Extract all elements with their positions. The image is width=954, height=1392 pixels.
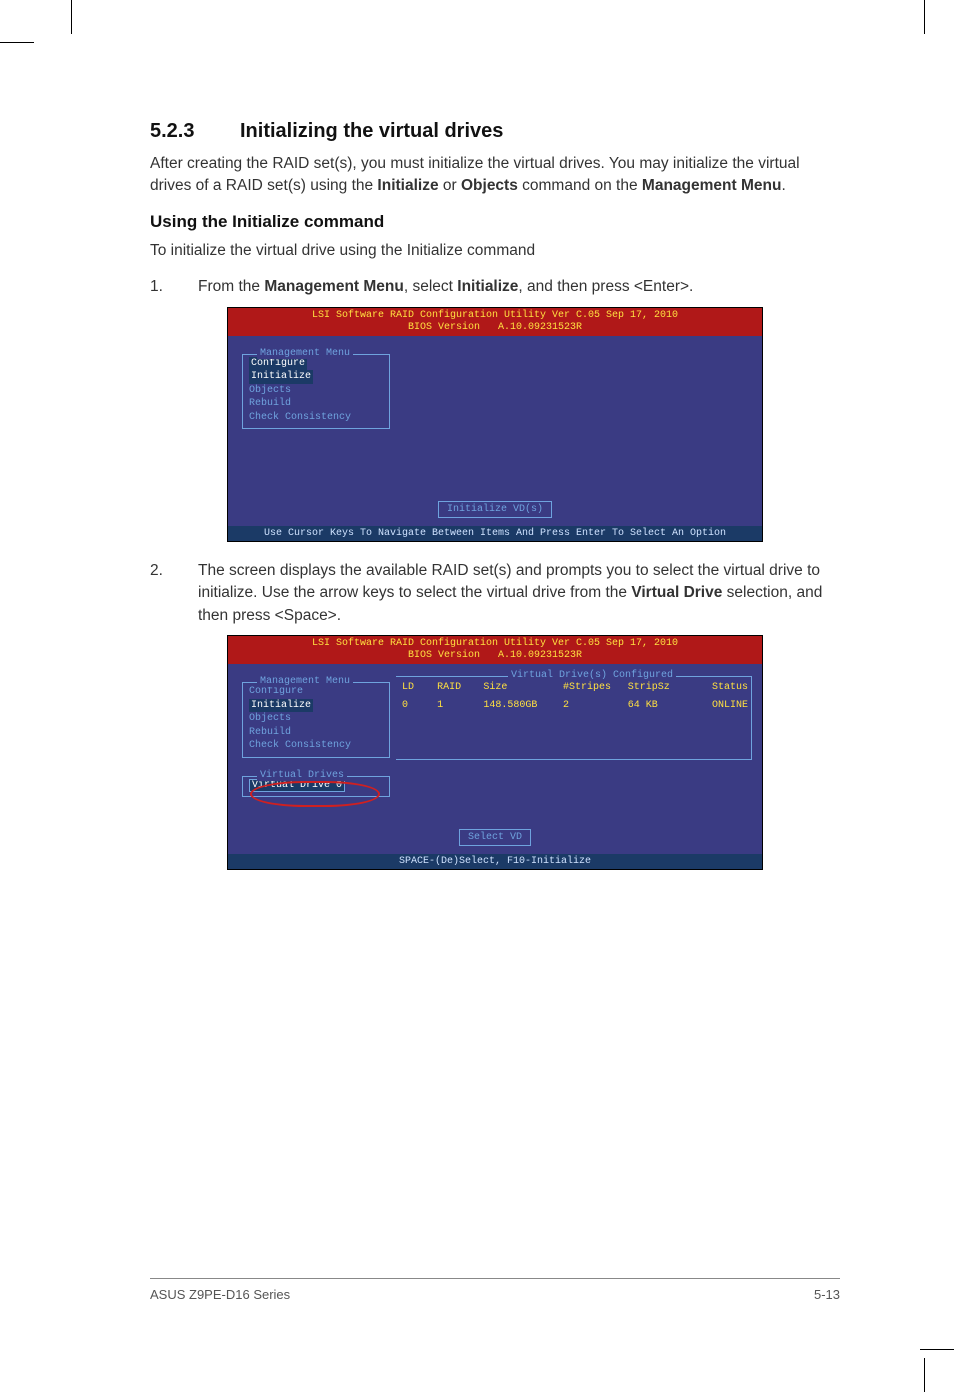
step-1: 1. From the Management Menu, select Init… — [150, 276, 840, 298]
menu-item-check-consistency[interactable]: Check Consistency — [249, 411, 383, 425]
text: or — [439, 177, 461, 194]
crop-mark — [920, 1349, 954, 1350]
crop-mark — [0, 42, 34, 43]
bold-text: Management Menu — [264, 278, 404, 295]
col-stripsz: StripSz — [628, 682, 693, 693]
crop-mark — [924, 0, 925, 34]
step-2: 2. The screen displays the available RAI… — [150, 560, 840, 627]
bold-text: Initialize — [457, 278, 518, 295]
col-status: Status — [693, 682, 749, 693]
cell-stripsz: 64 KB — [628, 700, 693, 711]
cell-stripes: 2 — [563, 700, 628, 711]
bold-text: Initialize — [377, 177, 438, 194]
bios-header: LSI Software RAID Configuration Utility … — [228, 636, 762, 664]
text: command on the — [518, 177, 642, 194]
bios-header: LSI Software RAID Configuration Utility … — [228, 308, 762, 336]
crop-mark — [924, 1358, 925, 1392]
intro-paragraph: After creating the RAID set(s), you must… — [150, 153, 840, 198]
menu-item-configure[interactable]: Configure — [249, 685, 383, 699]
menu-item-rebuild[interactable]: Rebuild — [249, 397, 383, 411]
text: , select — [404, 278, 457, 295]
footer-left: ASUS Z9PE-D16 Series — [150, 1287, 290, 1302]
crop-mark — [71, 0, 72, 34]
col-stripes: #Stripes — [563, 682, 628, 693]
section-title: Initializing the virtual drives — [240, 120, 503, 142]
step-number: 1. — [150, 276, 198, 298]
vd-table-row: 0 1 148.580GB 2 64 KB ONLINE — [402, 700, 748, 711]
footer-right: 5-13 — [814, 1287, 840, 1302]
step-text: From the Management Menu, select Initial… — [198, 276, 840, 298]
menu-item-initialize[interactable]: Initialize — [249, 370, 383, 384]
col-raid: RAID — [437, 682, 483, 693]
text: . — [781, 177, 785, 194]
vd-sub-title: Virtual Drives — [257, 770, 347, 781]
col-size: Size — [483, 682, 563, 693]
menu-item-configure[interactable]: Configure — [249, 357, 383, 371]
cell-status: ONLINE — [693, 700, 749, 711]
text: , and then press <Enter>. — [518, 278, 693, 295]
vd-table-header: LD RAID Size #Stripes StripSz Status — [402, 682, 748, 693]
bios-screenshot-1: LSI Software RAID Configuration Utility … — [227, 307, 763, 542]
vd-box-title: Virtual Drive(s) Configured — [508, 670, 676, 681]
prompt-initialize-vd: Initialize VD(s) — [438, 501, 552, 518]
step-number: 2. — [150, 560, 198, 627]
page-footer: ASUS Z9PE-D16 Series 5-13 — [150, 1278, 840, 1302]
subheading: Using the Initialize command — [150, 212, 840, 232]
section-heading: 5.2.3Initializing the virtual drives — [150, 120, 840, 143]
management-menu: Management Menu Configure Initialize Obj… — [242, 682, 390, 758]
col-ld: LD — [402, 682, 437, 693]
menu-item-rebuild[interactable]: Rebuild — [249, 726, 383, 740]
section-number: 5.2.3 — [150, 120, 240, 143]
cell-ld: 0 — [402, 700, 437, 711]
bios-screenshot-2: LSI Software RAID Configuration Utility … — [227, 635, 763, 870]
bold-text: Management Menu — [642, 177, 782, 194]
menu-item-objects[interactable]: Objects — [249, 384, 383, 398]
cell-raid: 1 — [437, 700, 483, 711]
cell-size: 148.580GB — [483, 700, 563, 711]
bold-text: Objects — [461, 177, 518, 194]
menu-item-check-consistency[interactable]: Check Consistency — [249, 739, 383, 753]
lead-text: To initialize the virtual drive using th… — [150, 240, 840, 262]
text: From the — [198, 278, 264, 295]
bold-text: Virtual Drive — [631, 584, 722, 601]
menu-item-objects[interactable]: Objects — [249, 712, 383, 726]
step-text: The screen displays the available RAID s… — [198, 560, 840, 627]
menu-title: Management Menu — [257, 676, 353, 687]
virtual-drives-box: Virtual Drives Virtual Drive 0 — [242, 776, 390, 797]
prompt-select-vd: Select VD — [459, 829, 531, 846]
bios-footer: Use Cursor Keys To Navigate Between Item… — [228, 526, 762, 541]
management-menu: Management Menu Configure Initialize Obj… — [242, 354, 390, 430]
menu-title: Management Menu — [257, 348, 353, 359]
bios-footer: SPACE-(De)Select, F10-Initialize — [228, 854, 762, 869]
menu-item-initialize[interactable]: Initialize — [249, 699, 383, 713]
